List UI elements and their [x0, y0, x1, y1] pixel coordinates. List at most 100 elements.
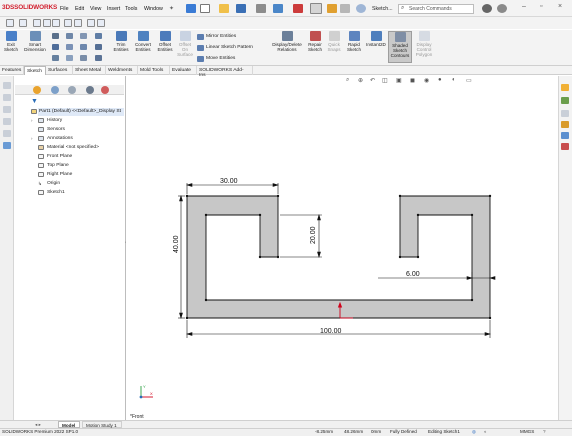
display-delete-relations-button[interactable]: Display/Delete Relations — [270, 31, 304, 52]
circle-icon[interactable] — [66, 33, 73, 39]
tree-item-annotations[interactable]: Annotations — [47, 136, 73, 141]
minimize-icon[interactable]: – — [522, 3, 526, 10]
tree-item-sketch1[interactable]: Sketch1 — [47, 190, 65, 195]
tab-weldments[interactable]: Weldments — [106, 66, 138, 75]
tab-surfaces[interactable]: Surfaces — [46, 66, 73, 75]
unit-system[interactable]: MMGS — [520, 429, 534, 434]
tab-sketch[interactable]: Sketch — [24, 66, 46, 75]
menu-edit[interactable]: Edit — [75, 6, 84, 12]
undo-icon[interactable] — [273, 4, 283, 13]
repair-sketch-button[interactable]: Repair Sketch — [306, 31, 324, 52]
tab-solidworks-add-ins[interactable]: SOLIDWORKS Add-Ins — [197, 66, 253, 78]
feature-manager-tab-icon[interactable] — [33, 86, 41, 94]
fillet-icon[interactable] — [95, 33, 102, 39]
custom-properties-icon[interactable] — [561, 143, 569, 150]
search-commands-input[interactable]: ⌕ Search Commands — [398, 4, 474, 14]
pin-icon[interactable]: ✦ — [169, 5, 174, 12]
tool-2-icon[interactable] — [3, 94, 11, 101]
appearances-icon[interactable] — [561, 132, 569, 139]
tree-item-sensors[interactable]: Sensors — [47, 127, 65, 132]
print-icon[interactable] — [256, 4, 266, 13]
convert-entities-button[interactable]: Convert Entities — [132, 31, 154, 52]
rebuild-status-icon[interactable]: ◍ — [472, 429, 476, 435]
tree-item-front-plane[interactable]: Front Plane — [47, 154, 72, 159]
tab-motion-study-1[interactable]: Motion Study 1 — [82, 421, 122, 428]
menu-file[interactable]: File — [60, 6, 69, 12]
expand-arrow-icon[interactable]: › — [31, 136, 33, 141]
linear-sketch-pattern-button[interactable]: Linear Sketch Pattern — [206, 45, 253, 50]
display-style-icon[interactable] — [74, 19, 82, 27]
move-entities-button[interactable]: Move Entities — [206, 56, 235, 61]
tree-root-part[interactable]: Part1 (Default) <<Default>_Display St — [39, 109, 121, 114]
tab-mold-tools[interactable]: Mold Tools — [138, 66, 170, 75]
new-document-icon[interactable] — [200, 4, 210, 13]
menu-window[interactable]: Window — [144, 6, 163, 12]
tool-6-icon[interactable] — [3, 142, 11, 149]
sketch-canvas[interactable]: 30.00 20.00 40.00 6.00 100.00 Y X — [126, 76, 558, 420]
relation-icon[interactable] — [43, 19, 51, 27]
tool-1-icon[interactable] — [3, 82, 11, 89]
tab-sheet-metal[interactable]: Sheet Metal — [73, 66, 106, 75]
property-manager-tab-icon[interactable] — [51, 86, 59, 94]
view-palette-icon[interactable] — [561, 121, 569, 128]
point-icon[interactable] — [80, 55, 87, 61]
grid-icon[interactable] — [52, 19, 60, 27]
line-icon[interactable] — [52, 33, 59, 39]
home-icon[interactable] — [186, 4, 196, 13]
offset-entities-button[interactable]: Offset Entities — [155, 31, 175, 52]
help-icon[interactable] — [482, 4, 492, 13]
text-icon[interactable] — [95, 44, 102, 50]
save-icon[interactable] — [236, 4, 246, 13]
offset-on-surface-button[interactable]: Offset On Surface — [176, 31, 194, 57]
hide-show-icon[interactable] — [97, 19, 105, 27]
plane-icon[interactable] — [95, 55, 102, 61]
display-manager-tab-icon[interactable] — [101, 86, 109, 94]
sketch-toolbar-icon[interactable] — [6, 19, 14, 27]
menu-view[interactable]: View — [90, 6, 101, 12]
filter-icon[interactable]: ▼ — [31, 98, 38, 105]
notification-icon[interactable]: ◐ — [484, 429, 487, 434]
display-control-polygon-button[interactable]: Display Control Polygon — [413, 31, 435, 57]
tree-item-material[interactable]: Material <not specified> — [47, 145, 99, 150]
resources-icon[interactable] — [561, 84, 569, 91]
document-icon[interactable] — [19, 19, 27, 27]
dim-height-label[interactable]: 40.00 — [173, 235, 180, 253]
tab-evaluate[interactable]: Evaluate — [170, 66, 197, 75]
mirror-entities-button[interactable]: Mirror Entities — [206, 34, 236, 39]
rebuild-icon[interactable] — [293, 4, 303, 13]
rectangle-icon[interactable] — [52, 44, 59, 50]
menu-tools[interactable]: Tools — [125, 6, 137, 12]
maximize-icon[interactable]: ▫ — [540, 3, 542, 10]
tree-item-history[interactable]: History — [47, 118, 62, 123]
dim-top-width-label[interactable]: 30.00 — [220, 178, 238, 185]
solidworks-logo[interactable]: 3DSSOLIDWORKS — [2, 4, 57, 11]
dimxpert-tab-icon[interactable] — [86, 86, 94, 94]
tree-item-top-plane[interactable]: Top Plane — [47, 163, 69, 168]
user-icon[interactable] — [497, 4, 507, 13]
dimension-height[interactable] — [178, 194, 185, 320]
open-folder-icon[interactable] — [219, 4, 229, 13]
options-icon[interactable] — [327, 4, 337, 13]
select-arrow-icon[interactable] — [310, 3, 322, 14]
design-library-icon[interactable] — [561, 97, 569, 104]
slot-icon[interactable] — [80, 33, 87, 39]
help-status-icon[interactable]: ? — [543, 429, 546, 434]
tool-3-icon[interactable] — [3, 106, 11, 113]
sketch-entity-icon[interactable] — [33, 19, 41, 27]
dim-wall-label[interactable]: 6.00 — [406, 271, 420, 278]
tree-item-right-plane[interactable]: Right Plane — [47, 172, 72, 177]
smart-dimension-button[interactable]: Smart Dimension — [23, 31, 47, 52]
sketch-profile[interactable] — [186, 195, 491, 319]
file-properties-icon[interactable] — [340, 4, 350, 13]
ellipse-icon[interactable] — [66, 55, 73, 61]
file-explorer-icon[interactable] — [561, 110, 569, 117]
section-view-icon[interactable] — [87, 19, 95, 27]
shaded-sketch-contours-button[interactable]: Shaded Sketch Contours — [388, 31, 412, 63]
rapid-sketch-button[interactable]: Rapid Sketch — [345, 31, 363, 52]
gear-icon[interactable] — [356, 4, 366, 13]
menu-insert[interactable]: Insert — [107, 6, 120, 12]
polygon-icon[interactable] — [80, 44, 87, 50]
quick-snaps-button[interactable]: Quick Snaps — [326, 31, 342, 52]
expand-arrow-icon[interactable]: › — [31, 118, 33, 123]
exit-sketch-button[interactable]: Exit Sketch — [2, 31, 20, 52]
